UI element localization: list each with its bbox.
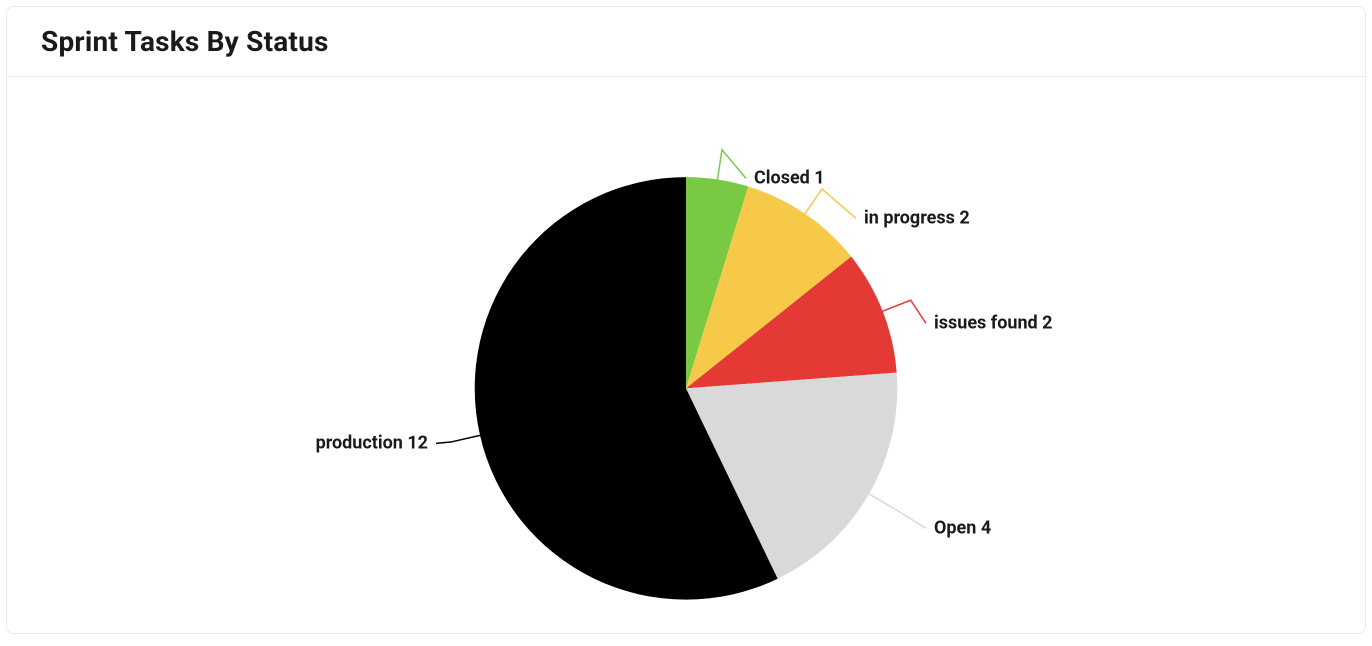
card-title: Sprint Tasks By Status	[41, 25, 1331, 58]
chart-area: Closed 1 in progress 2 issues found 2 Open …	[7, 77, 1365, 633]
slice-label: production 12	[316, 432, 428, 453]
slice-label: Closed 1	[754, 167, 825, 188]
chart-card: Sprint Tasks By Status Closed 1 in progre…	[6, 6, 1366, 634]
leader-line	[717, 150, 746, 180]
leader-line	[436, 435, 480, 443]
card-header: Sprint Tasks By Status	[7, 7, 1365, 77]
slice-label: Open 4	[934, 517, 991, 538]
pie-chart: Closed 1 in progress 2 issues found 2 Open …	[7, 77, 1365, 633]
slice-label: issues found 2	[934, 312, 1053, 333]
leader-line	[869, 494, 926, 528]
leader-line	[805, 189, 856, 218]
leader-line	[883, 300, 926, 323]
slice-label: in progress 2	[864, 207, 970, 228]
